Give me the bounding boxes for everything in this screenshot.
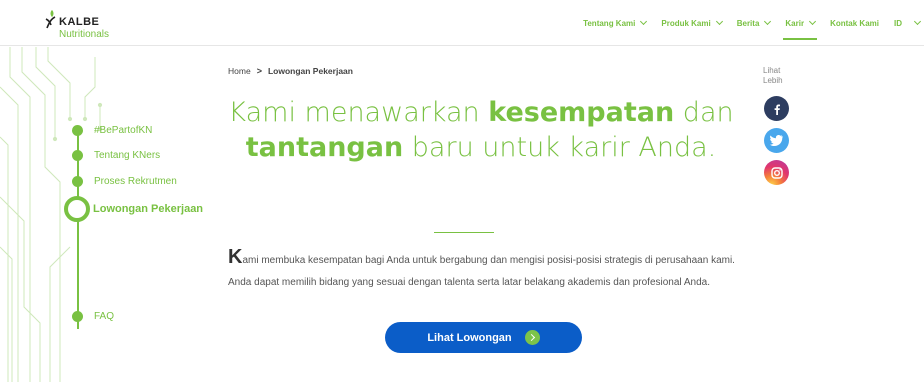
timeline-dot: [72, 125, 83, 136]
nav-karir[interactable]: Karir: [783, 0, 817, 46]
chevron-down-icon: [715, 17, 723, 26]
intro-text: ami membuka kesempatan bagi Anda untuk b…: [228, 255, 735, 288]
arrow-right-icon: [524, 330, 540, 345]
breadcrumb-separator: >: [256, 66, 262, 76]
share-label: Lihat Lebih: [763, 66, 783, 85]
sidebar-item-lowongan-pekerjaan[interactable]: Lowongan Pekerjaan: [64, 196, 203, 222]
headline-text: Kami menawarkan: [228, 97, 489, 128]
brand-sub: Nutritionals: [59, 29, 110, 40]
nav-label: Berita: [736, 18, 760, 28]
breadcrumb-home[interactable]: Home: [228, 66, 251, 76]
headline-bold: kesempatan: [488, 97, 675, 128]
sidebar-item-tentang-kners[interactable]: Tentang KNers: [72, 150, 160, 161]
site-header: KALBE Nutritionals Tentang Kami Produk K…: [0, 0, 924, 46]
career-sidebar: #BePartofKN Tentang KNers Proses Rekrutm…: [0, 47, 230, 382]
timeline-dot-active: [64, 196, 90, 222]
kalbe-logo[interactable]: KALBE Nutritionals: [44, 9, 124, 40]
headline-bold: tantangan: [245, 132, 404, 163]
sidebar-item-label: Lowongan Pekerjaan: [93, 203, 204, 215]
chevron-down-icon: [640, 17, 648, 26]
instagram-icon[interactable]: [764, 160, 789, 185]
sidebar-item-label: Tentang KNers: [94, 150, 161, 161]
timeline-dot: [72, 150, 83, 161]
sidebar-item-bepartofkn[interactable]: #BePartofKN: [72, 125, 152, 136]
nav-label: Kontak Kami: [830, 18, 879, 28]
view-jobs-label: Lihat Lowongan: [427, 331, 512, 344]
sidebar-item-label: #BePartofKN: [94, 125, 153, 136]
nav-produk-kami[interactable]: Produk Kami: [661, 0, 723, 46]
brand-name: KALBE: [59, 16, 100, 28]
kalbe-leaf-icon: [45, 10, 56, 29]
twitter-icon[interactable]: [764, 128, 789, 153]
page-headline: Kami menawarkan kesempatan dan tantangan…: [226, 95, 736, 165]
headline-text: baru untuk karir Anda.: [403, 132, 717, 163]
language-selector[interactable]: ID: [894, 0, 922, 46]
breadcrumb-current: Lowongan Pekerjaan: [267, 66, 353, 76]
sidebar-item-label: FAQ: [94, 311, 115, 322]
headline-text: dan: [674, 97, 734, 128]
view-jobs-button[interactable]: Lihat Lowongan: [385, 322, 582, 353]
nav-berita[interactable]: Berita: [736, 0, 772, 46]
headline-divider: [434, 232, 494, 233]
sidebar-item-label: Proses Rekrutmen: [94, 176, 177, 187]
breadcrumb: Home > Lowongan Pekerjaan: [228, 66, 353, 76]
chevron-down-icon: [764, 17, 772, 26]
nav-label: Produk Kami: [661, 18, 711, 28]
nav-kontak-kami[interactable]: Kontak Kami: [830, 0, 879, 46]
nav-label: Tentang Kami: [583, 18, 636, 28]
chevron-down-icon: [913, 17, 922, 26]
sidebar-item-faq[interactable]: FAQ: [72, 311, 114, 322]
facebook-icon[interactable]: [764, 96, 789, 121]
sidebar-item-proses-rekrutmen[interactable]: Proses Rekrutmen: [72, 176, 177, 187]
main-nav: Tentang Kami Produk Kami Berita Karir Ko…: [583, 0, 924, 46]
timeline-dot: [72, 311, 83, 322]
drop-cap: K: [228, 246, 243, 268]
timeline-dot: [72, 176, 83, 187]
chevron-down-icon: [809, 17, 817, 26]
nav-tentang-kami[interactable]: Tentang Kami: [583, 0, 648, 46]
nav-label: ID: [894, 18, 902, 28]
intro-paragraph: Kami membuka kesempatan bagi Anda untuk …: [228, 246, 738, 294]
nav-label: Karir: [785, 18, 805, 28]
